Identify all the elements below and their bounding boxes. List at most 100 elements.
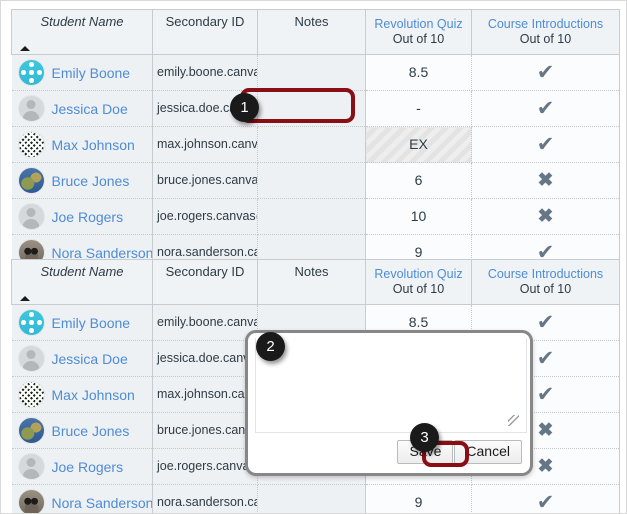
secondary-id-text: max.johnson.canvas@: [157, 137, 257, 151]
sort-ascending-icon[interactable]: [20, 46, 30, 51]
student-name-link[interactable]: Joe Rogers: [52, 209, 124, 225]
notes-text: [258, 127, 365, 162]
cell-grade[interactable]: ✔: [471, 484, 620, 513]
student-name-link[interactable]: Emily Boone: [52, 65, 131, 81]
column-header-label: Secondary ID: [165, 14, 245, 29]
cell-secondary-id: jessica.doe.canvas@: [152, 340, 258, 377]
cell-student-name[interactable]: Jessica Doe: [11, 340, 153, 377]
cell-grade[interactable]: 8.5: [365, 54, 472, 91]
cell-secondary-id: joe.rogers.canvas@g: [152, 198, 258, 235]
student-name-link[interactable]: Max Johnson: [52, 387, 135, 403]
sort-ascending-icon[interactable]: [20, 296, 30, 301]
column-header-revolution-quiz[interactable]: Revolution Quiz Out of 10: [365, 259, 472, 305]
cell-student-name[interactable]: Bruce Jones: [11, 162, 153, 199]
column-header-secondary-id[interactable]: Secondary ID: [152, 9, 258, 55]
notes-text: [258, 199, 365, 234]
student-name-link[interactable]: Joe Rogers: [52, 459, 124, 475]
column-header-course-introductions[interactable]: Course Introductions Out of 10: [471, 9, 620, 55]
column-header-notes[interactable]: Notes: [257, 9, 366, 55]
cell-notes[interactable]: [257, 198, 366, 235]
notes-textarea[interactable]: [255, 338, 527, 433]
annotation-badge-2: 2: [256, 332, 285, 361]
cell-notes[interactable]: [257, 126, 366, 163]
cell-grade[interactable]: ✔: [471, 90, 620, 127]
column-header-label: Notes: [294, 264, 329, 279]
column-header-student-name[interactable]: Student Name: [11, 259, 153, 305]
grade-value: -: [416, 100, 421, 116]
column-header-course-introductions[interactable]: Course Introductions Out of 10: [471, 259, 620, 305]
column-header-notes[interactable]: Notes: [257, 259, 366, 305]
avatar: [17, 489, 45, 513]
cell-student-name[interactable]: Max Johnson: [11, 376, 153, 413]
cell-secondary-id: joe.rogers.canvas@g: [152, 448, 258, 485]
avatar: [17, 345, 45, 372]
cell-notes[interactable]: [257, 484, 366, 513]
cell-grade[interactable]: 10: [365, 198, 472, 235]
table-row: Jessica Doejessica.doe.canvas@-✔: [11, 90, 620, 127]
student-name-link[interactable]: Max Johnson: [52, 137, 135, 153]
table-header-row: Student Name Secondary ID Notes Revoluti…: [11, 259, 620, 305]
cell-student-name[interactable]: Max Johnson: [11, 126, 153, 163]
notes-text: [258, 91, 365, 126]
cell-student-name[interactable]: Nora Sanderson: [11, 484, 153, 513]
notes-text: [258, 55, 365, 90]
student-name-link[interactable]: Bruce Jones: [52, 423, 130, 439]
assignment-points: Out of 10: [392, 32, 445, 46]
cell-grade[interactable]: 6: [365, 162, 472, 199]
secondary-id-text: joe.rogers.canvas@g: [157, 209, 257, 223]
student-name-link[interactable]: Jessica Doe: [52, 351, 128, 367]
assignment-title: Revolution Quiz: [374, 267, 463, 281]
assignment-title: Revolution Quiz: [374, 17, 463, 31]
cell-student-name[interactable]: Joe Rogers: [11, 448, 153, 485]
cross-icon: ✖: [537, 456, 554, 477]
grade-value: EX: [409, 136, 428, 152]
resize-handle-icon[interactable]: [508, 415, 519, 426]
column-header-revolution-quiz[interactable]: Revolution Quiz Out of 10: [365, 9, 472, 55]
column-header-label: Secondary ID: [165, 264, 245, 279]
cell-grade[interactable]: ✔: [471, 126, 620, 163]
assignment-points: Out of 10: [519, 32, 572, 46]
cell-grade[interactable]: ✖: [471, 162, 620, 199]
cell-student-name[interactable]: Joe Rogers: [11, 198, 153, 235]
screenshot-root: Student Name Secondary ID Notes Revoluti…: [0, 0, 627, 514]
cell-notes[interactable]: [257, 54, 366, 91]
cell-notes[interactable]: [257, 90, 366, 127]
table-row: Bruce Jones bruce.jones.canvas@ 6 ✖: [11, 162, 620, 199]
cell-grade-excused[interactable]: EX: [365, 126, 472, 163]
student-name-link[interactable]: Emily Boone: [52, 315, 131, 331]
cell-student-name[interactable]: Bruce Jones: [11, 412, 153, 449]
grade-value: 9: [414, 244, 423, 260]
annotation-badge-3: 3: [410, 423, 439, 452]
assignment-points: Out of 10: [392, 282, 445, 296]
column-header-secondary-id[interactable]: Secondary ID: [152, 259, 258, 305]
avatar: [17, 309, 45, 336]
cell-grade[interactable]: 9: [365, 484, 472, 513]
table-row: Nora Sanderson nora.sanderson.canv 9 ✔: [11, 484, 620, 513]
assignment-title: Course Introductions: [487, 17, 604, 31]
cross-icon: ✖: [537, 206, 554, 227]
cell-grade[interactable]: ✔: [471, 54, 620, 91]
column-header-student-name[interactable]: Student Name: [11, 9, 153, 55]
table-body-top: Emily Boone emily.boone.canvas@ 8.5 ✔ Jessic…: [11, 54, 620, 271]
notes-popup: Save Cancel: [245, 330, 533, 476]
secondary-id-text: joe.rogers.canvas@g: [157, 459, 257, 473]
assignment-points: Out of 10: [519, 282, 572, 296]
table-row: Emily Boone emily.boone.canvas@ 8.5 ✔: [11, 54, 620, 91]
cell-student-name[interactable]: Emily Boone: [11, 304, 153, 341]
secondary-id-text: max.johnson.canvas@: [157, 387, 257, 401]
student-name-link[interactable]: Nora Sanderson: [52, 495, 153, 511]
grade-value: 9: [414, 494, 423, 510]
cancel-button[interactable]: Cancel: [454, 440, 522, 464]
cell-grade[interactable]: ✖: [471, 198, 620, 235]
cell-student-name[interactable]: Emily Boone: [11, 54, 153, 91]
student-name-link[interactable]: Bruce Jones: [52, 173, 130, 189]
cell-grade[interactable]: -: [365, 90, 472, 127]
student-name-link[interactable]: Jessica Doe: [52, 101, 128, 117]
check-icon: ✔: [536, 311, 555, 334]
cell-notes[interactable]: [257, 162, 366, 199]
cell-secondary-id: nora.sanderson.canv: [152, 484, 258, 513]
notes-text: [258, 163, 365, 198]
cell-student-name[interactable]: Jessica Doe: [11, 90, 153, 127]
check-icon: ✔: [536, 347, 555, 370]
cell-secondary-id: max.johnson.canvas@: [152, 126, 258, 163]
